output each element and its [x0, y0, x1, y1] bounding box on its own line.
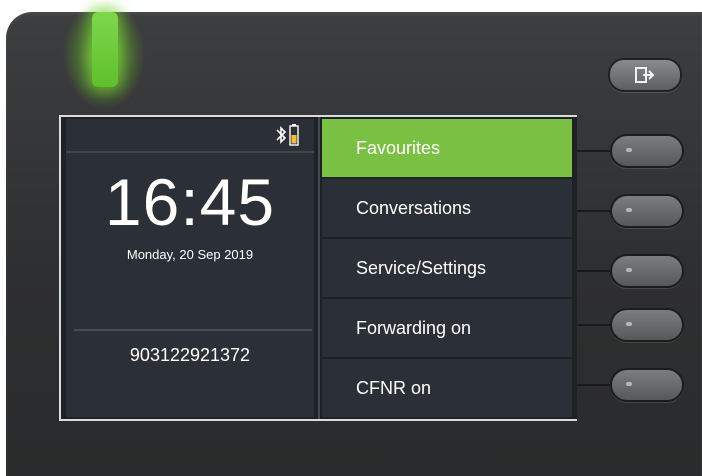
divider [74, 329, 312, 331]
softkey-leader [577, 324, 613, 326]
notification-led [92, 12, 118, 87]
menu-item-service-settings[interactable]: Service/Settings [322, 239, 572, 297]
exit-icon [635, 67, 655, 83]
softkey-3[interactable] [610, 254, 684, 288]
softkey-leader [577, 384, 613, 386]
softkey-2[interactable] [610, 194, 684, 228]
softkey-dot [626, 148, 632, 152]
menu-item-cfnr[interactable]: CFNR on [322, 359, 572, 417]
softkey-dot [626, 382, 632, 386]
idle-panel: 16:45 Monday, 20 Sep 2019 903122921372 [66, 119, 314, 417]
phone-number: 903122921372 [129, 345, 251, 365]
menu-item-conversations[interactable]: Conversations [322, 179, 572, 237]
softkey-leader [577, 210, 613, 212]
bluetooth-icon [276, 126, 287, 144]
battery-icon [289, 124, 299, 146]
softkey-4[interactable] [610, 308, 684, 342]
date-label: Monday, 20 Sep 2019 [126, 247, 254, 262]
softkey-dot [626, 268, 632, 272]
softkey-dot [626, 322, 632, 326]
softkey-dot [626, 208, 632, 212]
softkey-leader [577, 270, 613, 272]
softkey-1[interactable] [610, 134, 684, 168]
clock: 16:45 [104, 165, 276, 239]
main-menu: Favourites Conversations Service/Setting… [318, 117, 577, 419]
menu-item-favourites[interactable]: Favourites [322, 119, 572, 177]
status-bar [66, 119, 314, 153]
menu-item-forwarding[interactable]: Forwarding on [322, 299, 572, 357]
softkey-leader [577, 150, 613, 152]
softkey-5[interactable] [610, 368, 684, 402]
exit-button[interactable] [608, 58, 682, 92]
